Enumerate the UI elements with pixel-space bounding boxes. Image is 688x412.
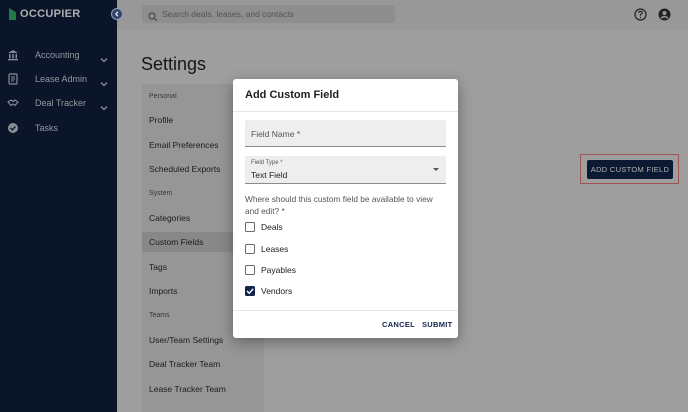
vendors-label: Vendors: [261, 286, 293, 296]
availability-question: Where should this custom field be availa…: [245, 194, 433, 216]
field-name-input[interactable]: Field Name *: [245, 120, 446, 147]
add-custom-field-dialog: Add Custom Field Field Name * Field Type…: [233, 79, 458, 338]
option-vendors[interactable]: Vendors: [245, 285, 292, 297]
deals-label: Deals: [261, 222, 283, 232]
field-type-select[interactable]: Field Type * Text Field: [245, 156, 446, 184]
field-name-label: Field Name *: [251, 129, 301, 139]
leases-label: Leases: [261, 244, 289, 254]
vendors-checkbox[interactable]: [245, 286, 255, 296]
option-deals[interactable]: Deals: [245, 221, 283, 233]
dialog-title: Add Custom Field: [245, 89, 340, 101]
checkmark-icon: [246, 288, 254, 295]
submit-button[interactable]: SUBMIT: [422, 320, 453, 329]
field-type-label: Field Type *: [251, 160, 283, 166]
payables-checkbox[interactable]: [245, 265, 255, 275]
chevron-left-icon: [115, 11, 119, 17]
cancel-button[interactable]: CANCEL: [382, 320, 415, 329]
option-payables[interactable]: Payables: [245, 264, 296, 276]
dropdown-arrow-icon: [433, 168, 439, 171]
leases-checkbox[interactable]: [245, 244, 255, 254]
divider: [233, 111, 458, 112]
option-leases[interactable]: Leases: [245, 243, 288, 255]
field-type-value: Text Field: [251, 170, 288, 180]
collapse-sidebar-button[interactable]: [111, 8, 123, 20]
deals-checkbox[interactable]: [245, 222, 255, 232]
payables-label: Payables: [261, 265, 296, 275]
divider: [233, 310, 458, 311]
